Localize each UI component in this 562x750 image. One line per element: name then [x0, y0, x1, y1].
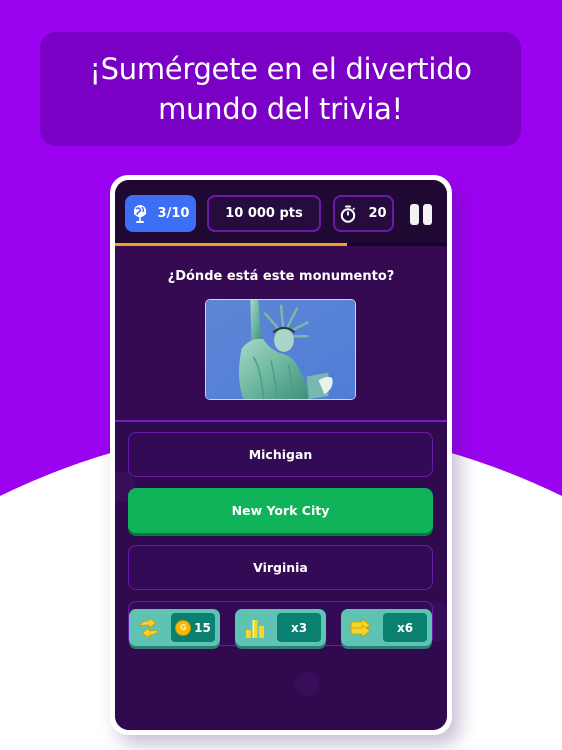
- statue-of-liberty-image: [206, 300, 355, 399]
- question-counter-badge: 3/10: [125, 195, 196, 232]
- answer-option-virginia[interactable]: Virginia: [128, 545, 433, 590]
- pause-button[interactable]: [410, 204, 432, 225]
- swap-arrows-icon: [139, 617, 159, 639]
- powerup-skip-button[interactable]: x6: [341, 609, 432, 646]
- answers-area: Michigan New York City Virginia Maine: [115, 422, 447, 730]
- bar-chart-icon: [246, 620, 264, 638]
- powerup-swap-value: 15: [194, 620, 211, 635]
- powerup-swap-cost: G 15: [171, 613, 215, 642]
- coin-letter: G: [179, 623, 187, 632]
- powerup-stats-value: x3: [290, 620, 308, 635]
- promo-title: ¡Sumérgete en el divertido mundo del tri…: [89, 52, 472, 126]
- points-value: 10 000 pts: [225, 206, 303, 221]
- question-counter: 3/10: [157, 206, 190, 221]
- pause-icon: [410, 204, 419, 225]
- stopwatch-icon: [341, 205, 356, 223]
- timer-value: 20: [368, 206, 387, 221]
- game-screen: 3/10 10 000 pts 20 ¿Dónde está este monu…: [115, 180, 447, 730]
- question-area: ¿Dónde está este monumento?: [115, 246, 447, 420]
- powerup-skip-count: x6: [383, 613, 427, 642]
- phone-frame: 3/10 10 000 pts 20 ¿Dónde está este monu…: [110, 175, 452, 735]
- powerup-swap-button[interactable]: G 15: [129, 609, 220, 646]
- question-text: ¿Dónde está este monumento?: [167, 269, 395, 284]
- question-image: [205, 299, 356, 400]
- powerup-stats-button[interactable]: x3: [235, 609, 326, 646]
- answer-option-new-york-city[interactable]: New York City: [128, 488, 433, 533]
- powerup-skip-value: x6: [396, 620, 414, 635]
- powerup-stats-count: x3: [277, 613, 321, 642]
- answer-label: New York City: [231, 503, 330, 518]
- answer-option-michigan[interactable]: Michigan: [128, 432, 433, 477]
- globe-icon: [133, 204, 147, 223]
- answer-label: Michigan: [248, 447, 313, 462]
- game-header: 3/10 10 000 pts 20: [115, 180, 447, 243]
- answer-label: Virginia: [253, 560, 308, 575]
- double-arrow-icon: [350, 618, 371, 638]
- decorative-bubble: [295, 672, 319, 696]
- pause-icon-bar: [423, 204, 432, 225]
- coin-icon: G: [175, 619, 192, 636]
- timer-display: 20: [333, 195, 394, 232]
- promo-banner: ¡Sumérgete en el divertido mundo del tri…: [40, 32, 521, 146]
- points-display: 10 000 pts: [207, 195, 321, 232]
